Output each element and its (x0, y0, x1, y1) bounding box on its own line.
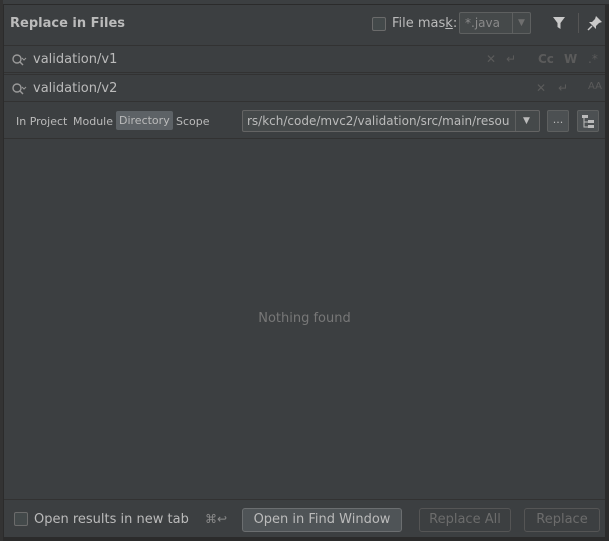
filter-icon[interactable] (550, 14, 568, 32)
whole-words-toggle[interactable]: W (564, 52, 577, 66)
file-mask-label[interactable]: File mask: (392, 16, 457, 31)
directory-combobox[interactable]: rs/kch/code/mvc2/validation/src/main/res… (242, 110, 540, 132)
dialog-title: Replace in Files (10, 16, 125, 31)
search-history-icon[interactable] (11, 53, 27, 67)
replace-button[interactable]: Replace (524, 508, 600, 532)
pin-icon[interactable] (586, 14, 604, 32)
replace-in-files-dialog: Replace in Files File mask: *.java ▼ val… (3, 4, 606, 538)
new-line-icon[interactable]: ↵ (558, 81, 568, 95)
open-in-new-tab-checkbox[interactable] (14, 512, 28, 526)
browse-directory-button[interactable]: ... (547, 110, 569, 132)
chevron-down-icon: ▼ (518, 18, 525, 28)
scope-scope[interactable]: Scope (176, 115, 210, 128)
file-mask-checkbox[interactable] (372, 17, 386, 31)
scope-in-project[interactable]: In Project (16, 115, 67, 128)
scope-selector: In Project Module Directory Scope rs/kch… (4, 105, 605, 137)
recursive-toggle-button[interactable] (577, 110, 599, 132)
results-panel: Nothing found (4, 138, 605, 500)
scope-module[interactable]: Module (73, 115, 113, 128)
chevron-down-icon[interactable]: ▼ (523, 116, 530, 126)
replace-history-icon[interactable] (11, 82, 27, 96)
find-field[interactable]: validation/v1 ✕ ↵ Cc W .* (4, 45, 605, 73)
open-in-find-window-button[interactable]: Open in Find Window (242, 508, 402, 532)
regex-toggle[interactable]: .* (588, 52, 598, 66)
match-case-toggle[interactable]: Cc (538, 52, 554, 66)
shortcut-hint: ⌘↩ (205, 512, 228, 526)
file-mask-divider (512, 13, 513, 33)
find-input[interactable]: validation/v1 (33, 52, 117, 67)
dialog-footer: Open results in new tab ⌘↩ Open in Find … (4, 503, 605, 537)
preserve-case-toggle[interactable]: AA (588, 81, 602, 92)
empty-state-text: Nothing found (258, 311, 351, 326)
dialog-header: Replace in Files File mask: *.java ▼ (4, 5, 605, 43)
file-mask-value: *.java (465, 16, 500, 30)
clear-icon[interactable]: ✕ (486, 52, 496, 66)
new-line-icon[interactable]: ↵ (506, 52, 516, 66)
tree-icon (582, 115, 594, 128)
clear-icon[interactable]: ✕ (536, 81, 546, 95)
scope-directory[interactable]: Directory (116, 111, 173, 130)
replace-input[interactable]: validation/v2 (33, 81, 117, 96)
directory-divider (515, 111, 516, 131)
replace-field[interactable]: validation/v2 ✕ ↵ AA (4, 74, 605, 102)
open-in-new-tab-label[interactable]: Open results in new tab (34, 512, 189, 527)
replace-all-button[interactable]: Replace All (419, 508, 511, 532)
directory-path[interactable]: rs/kch/code/mvc2/validation/src/main/res… (247, 114, 509, 128)
file-mask-select[interactable]: *.java ▼ (459, 12, 531, 34)
header-separator (578, 13, 579, 33)
